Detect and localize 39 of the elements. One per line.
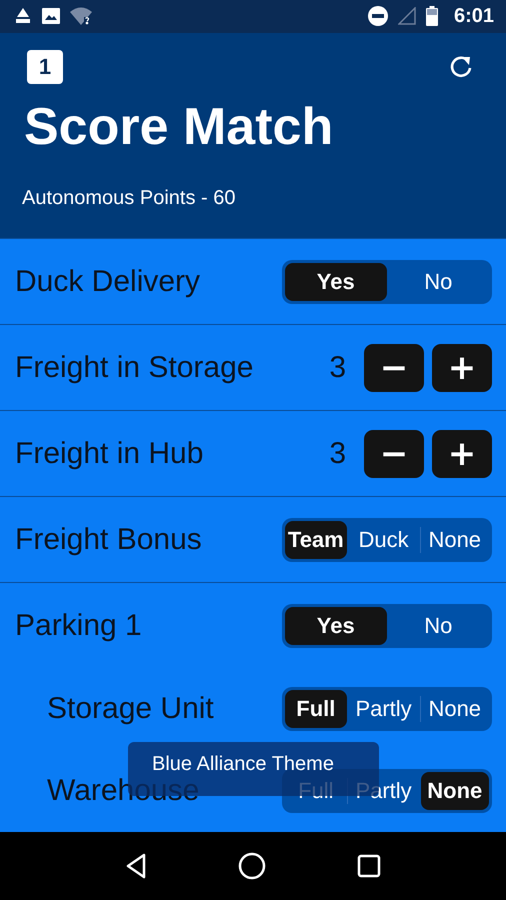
score-label: Freight in Hub bbox=[15, 440, 204, 468]
option-segment[interactable]: Duck bbox=[348, 520, 420, 559]
score-label: Freight in Storage bbox=[15, 354, 254, 382]
option-segment[interactable]: Partly bbox=[348, 690, 420, 728]
score-label: Storage Unit bbox=[47, 695, 214, 724]
clock-time: 6:01 bbox=[454, 4, 494, 28]
decrement-button[interactable]: − bbox=[364, 430, 424, 478]
option-segment[interactable]: No bbox=[388, 606, 489, 645]
increment-button[interactable]: + bbox=[432, 430, 492, 478]
increment-button[interactable]: + bbox=[432, 344, 492, 392]
points-summary: Autonomous Points - 60 bbox=[22, 186, 236, 210]
battery-icon bbox=[426, 6, 438, 26]
do-not-disturb-icon bbox=[368, 6, 388, 26]
refresh-icon[interactable] bbox=[448, 54, 474, 80]
signal-icon bbox=[398, 7, 416, 26]
option-segment[interactable]: Partly bbox=[348, 772, 420, 810]
option-segment[interactable]: Yes bbox=[285, 262, 386, 301]
option-segment[interactable]: No bbox=[388, 262, 489, 301]
wifi-icon bbox=[70, 7, 92, 26]
decrement-button[interactable]: − bbox=[364, 344, 424, 392]
recents-icon[interactable] bbox=[356, 854, 381, 878]
score-label: Freight Bonus bbox=[15, 526, 202, 554]
option-segment[interactable]: Team bbox=[285, 520, 347, 559]
score-label: Duck Delivery bbox=[15, 268, 200, 296]
option-segment[interactable]: Yes bbox=[285, 606, 386, 645]
count-value: 3 bbox=[329, 436, 346, 471]
option-segment[interactable]: None bbox=[420, 520, 489, 559]
option-segment[interactable]: None bbox=[420, 690, 489, 728]
toast-message: Blue Alliance Theme bbox=[152, 754, 334, 774]
score-label: Parking 1 bbox=[15, 612, 142, 640]
page-title: Score Match bbox=[24, 96, 334, 158]
option-segment[interactable]: Full bbox=[285, 690, 347, 728]
back-icon[interactable] bbox=[125, 853, 148, 880]
option-segment[interactable]: None bbox=[420, 772, 489, 810]
match-number-badge: 1 bbox=[27, 50, 63, 84]
home-icon[interactable] bbox=[238, 852, 266, 880]
score-label: Warehouse bbox=[47, 777, 200, 806]
image-icon bbox=[42, 8, 60, 24]
count-value: 3 bbox=[329, 350, 346, 385]
